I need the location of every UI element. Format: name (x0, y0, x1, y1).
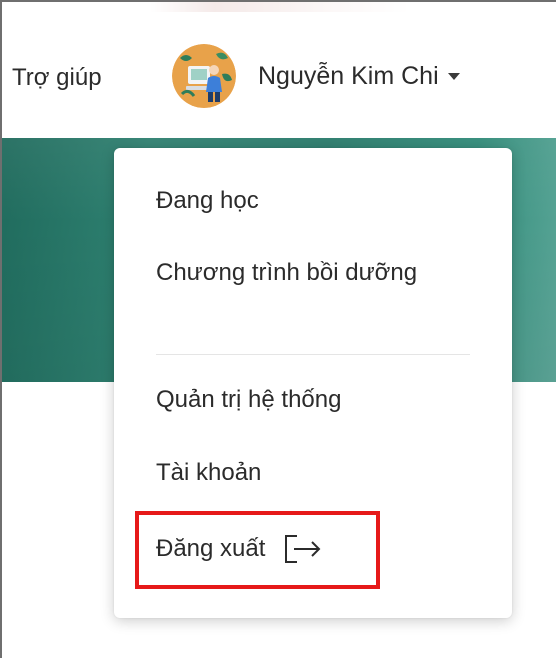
menu-item-account[interactable]: Tài khoản (156, 458, 261, 488)
top-navigation-bar: Trợ giúp Nguyễn Kim Chi (0, 0, 556, 138)
menu-item-system-admin[interactable]: Quản trị hệ thống (156, 385, 341, 415)
menu-item-training-programs[interactable]: Chương trình bồi dưỡng (156, 258, 436, 288)
help-link[interactable]: Trợ giúp (12, 64, 102, 92)
user-menu-toggle[interactable]: Nguyễn Kim Chi (172, 44, 460, 108)
caret-down-icon (447, 72, 460, 80)
user-name: Nguyễn Kim Chi (258, 61, 439, 90)
user-avatar (172, 44, 236, 108)
avatar-illustration-icon (172, 44, 236, 108)
menu-item-logout[interactable]: Đăng xuất (156, 533, 323, 565)
logout-label: Đăng xuất (156, 535, 266, 562)
menu-divider (156, 354, 470, 355)
menu-item-learning[interactable]: Đang học (156, 186, 259, 216)
logout-icon (285, 535, 321, 563)
user-dropdown-menu: Đang học Chương trình bồi dưỡng Quản trị… (114, 148, 512, 618)
